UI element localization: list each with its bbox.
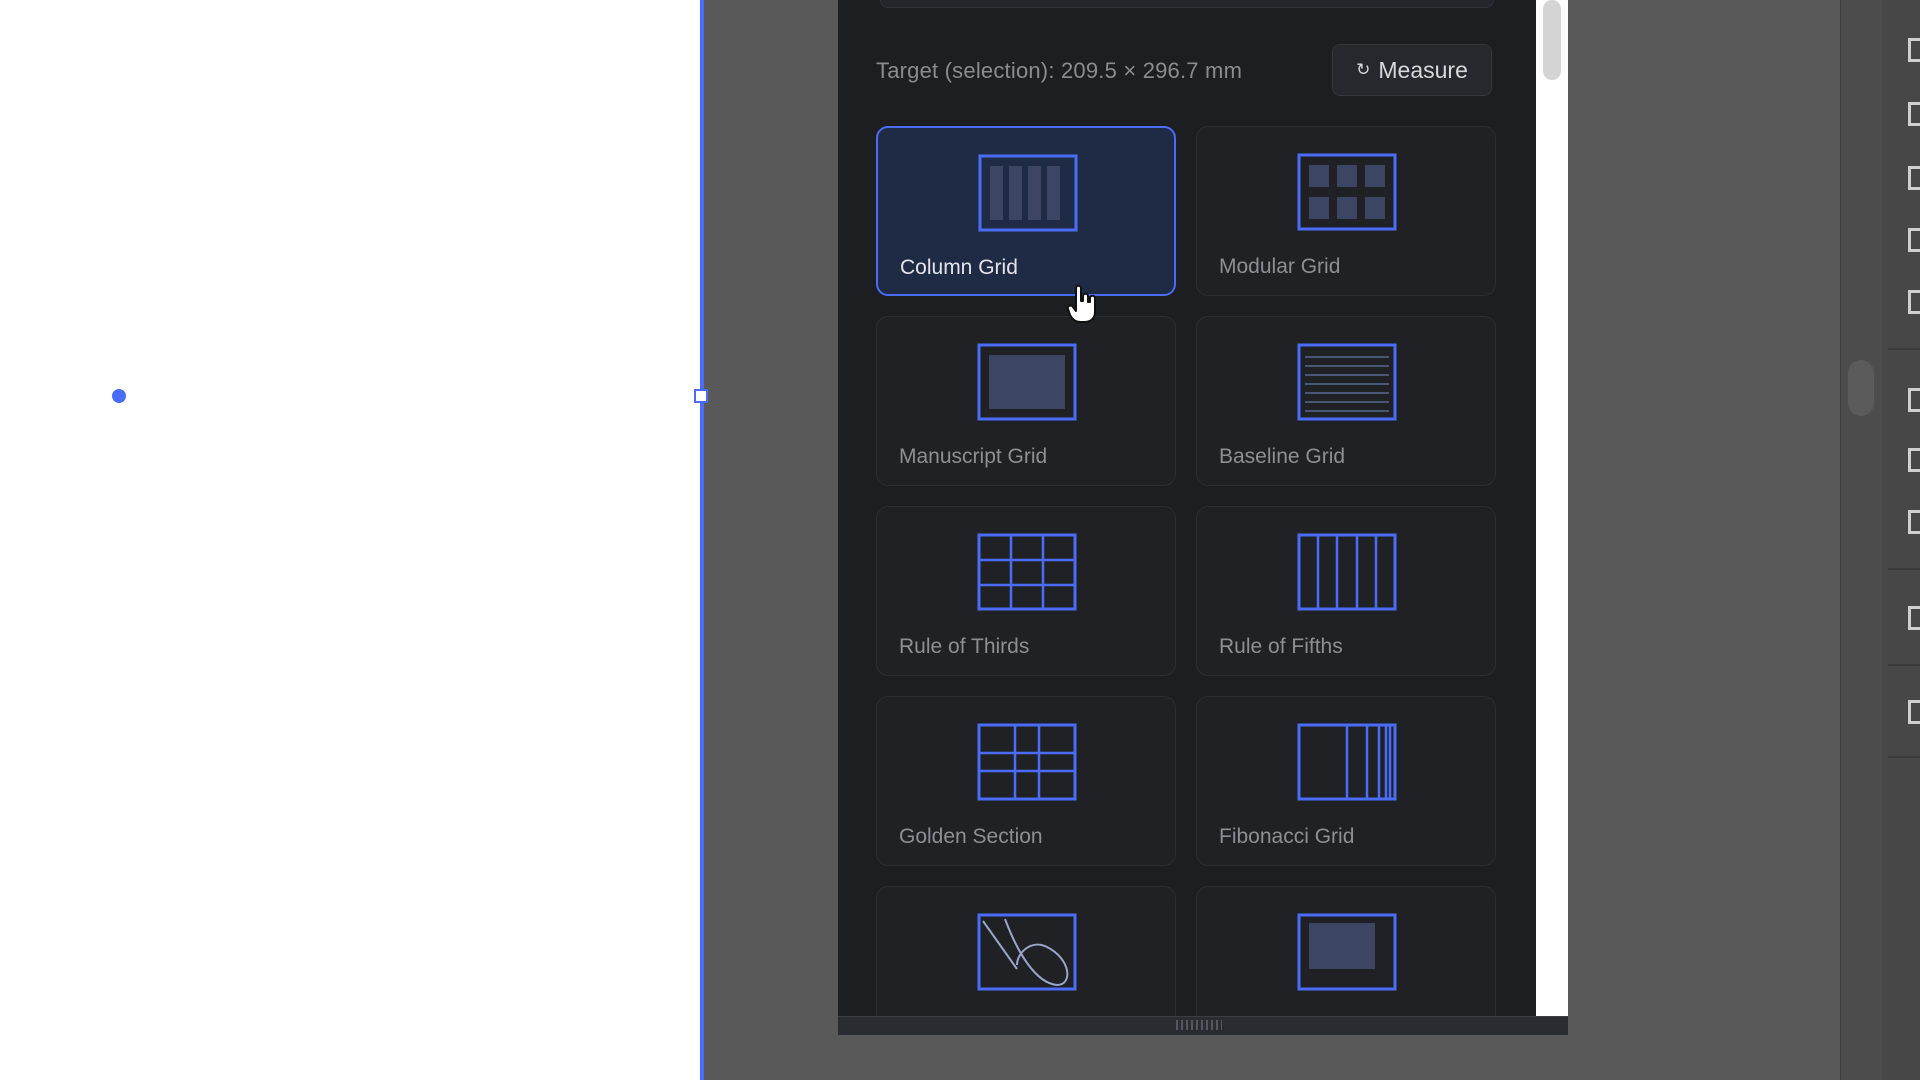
preset-card-golden-spiral[interactable] xyxy=(876,886,1176,1016)
resize-grip[interactable] xyxy=(1176,1020,1222,1030)
reference-point[interactable] xyxy=(112,389,126,403)
panel-scroll-thumb[interactable] xyxy=(1543,0,1561,80)
dock-align-icon[interactable] xyxy=(1908,388,1920,412)
dock-separator xyxy=(1888,756,1920,758)
preset-label: Baseline Grid xyxy=(1219,445,1346,468)
grid-presets-panel: Target (selection): 209.5 × 296.7 mm ↻ M… xyxy=(838,0,1536,1034)
preset-label: Modular Grid xyxy=(1219,255,1341,278)
preset-card-baseline-grid[interactable]: Baseline Grid xyxy=(1196,316,1496,486)
preset-label: Rule of Fifths xyxy=(1219,635,1343,658)
dock-separator xyxy=(1888,568,1920,570)
dock-layers-icon[interactable] xyxy=(1908,290,1920,314)
modular-grid-icon xyxy=(1297,153,1397,231)
rule-of-fifths-icon xyxy=(1297,533,1397,611)
preset-label: Rule of Thirds xyxy=(899,635,1030,658)
dock-history-icon[interactable] xyxy=(1908,166,1920,190)
dock-scroll-thumb[interactable] xyxy=(1848,360,1874,416)
fibonacci-grid-icon xyxy=(1297,723,1397,801)
dock-swatches-icon[interactable] xyxy=(1908,510,1920,534)
baseline-grid-icon xyxy=(1297,343,1397,421)
selection-handle[interactable] xyxy=(694,389,708,403)
preset-card-manuscript-grid[interactable]: Manuscript Grid xyxy=(876,316,1176,486)
selection-edge[interactable] xyxy=(700,0,704,1080)
dock-effects-icon[interactable] xyxy=(1908,700,1920,724)
preset-card-modular-grid[interactable]: Modular Grid xyxy=(1196,126,1496,296)
dock-icon-column xyxy=(1882,0,1920,1080)
column-grid-icon xyxy=(978,154,1078,232)
dock-transform-icon[interactable] xyxy=(1908,102,1920,126)
manuscript-grid-icon xyxy=(977,343,1077,421)
preset-card-rule-of-fifths[interactable]: Rule of Fifths xyxy=(1196,506,1496,676)
top-field[interactable] xyxy=(880,0,1494,8)
preset-card-rule-of-thirds[interactable]: Rule of Thirds xyxy=(876,506,1176,676)
dock-menu-icon[interactable] xyxy=(1908,38,1920,62)
preset-label: Golden Section xyxy=(899,825,1043,848)
dock-text-icon[interactable] xyxy=(1908,606,1920,630)
golden-spiral-icon xyxy=(977,913,1077,991)
refresh-icon: ↻ xyxy=(1356,60,1371,79)
preset-card-column-grid[interactable]: Column Grid xyxy=(876,126,1176,296)
van-de-graaf-icon xyxy=(1297,913,1397,991)
preset-label: Manuscript Grid xyxy=(899,445,1048,468)
target-selection-label: Target (selection): 209.5 × 296.7 mm xyxy=(876,58,1243,83)
preset-card-fibonacci-grid[interactable]: Fibonacci Grid xyxy=(1196,696,1496,866)
dock-stroke-icon[interactable] xyxy=(1908,448,1920,472)
panel-vertical-scrollbar[interactable] xyxy=(1536,0,1568,1016)
preset-label: Column Grid xyxy=(900,256,1018,279)
measure-button[interactable]: ↻ Measure xyxy=(1332,44,1492,96)
dock-separator xyxy=(1888,664,1920,666)
document-page[interactable] xyxy=(0,0,702,1080)
panel-scroll-region[interactable]: Target (selection): 209.5 × 296.7 mm ↻ M… xyxy=(838,0,1536,1016)
preset-card-golden-section[interactable]: Golden Section xyxy=(876,696,1176,866)
preset-card-van-de-graaf[interactable] xyxy=(1196,886,1496,1016)
golden-section-icon xyxy=(977,723,1077,801)
measure-button-label: Measure xyxy=(1378,56,1468,83)
dock-separator xyxy=(1888,348,1920,350)
rule-of-thirds-icon xyxy=(977,533,1077,611)
dock-pages-icon[interactable] xyxy=(1908,228,1920,252)
preset-label: Fibonacci Grid xyxy=(1219,825,1355,848)
